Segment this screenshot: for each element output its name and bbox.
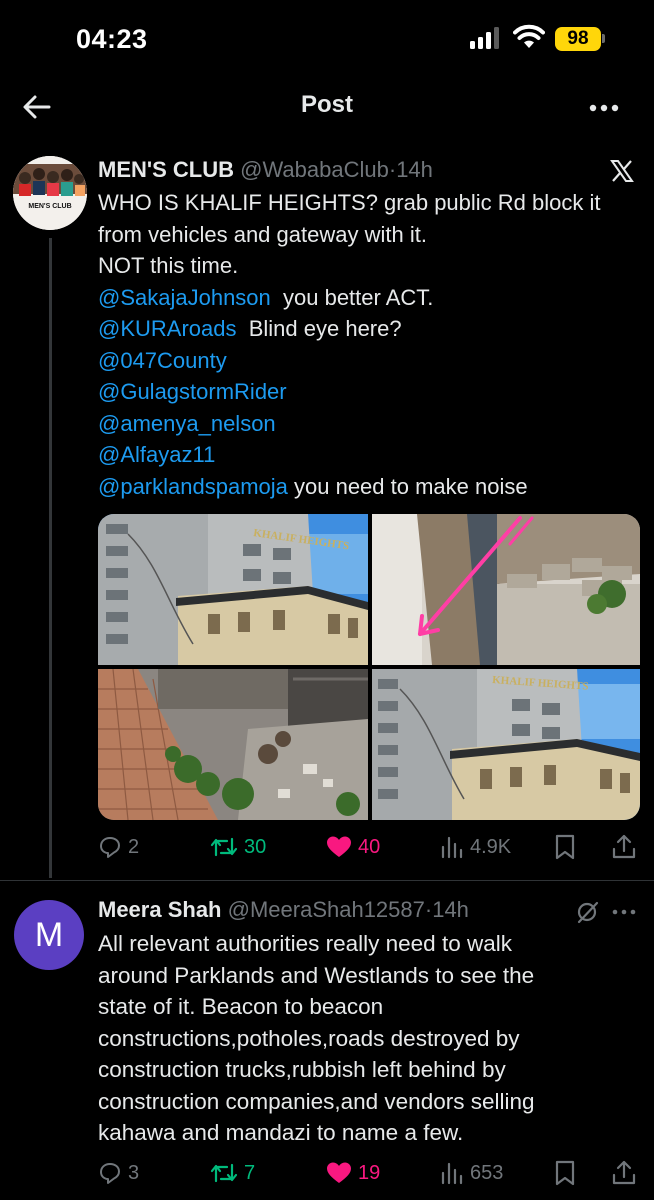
tweet-header: MEN'S CLUB @WababaClub·14h (98, 157, 433, 183)
mention-link[interactable]: @GulagstormRider (98, 379, 287, 404)
tweet-actions: 2 30 40 4.9K (98, 830, 644, 864)
reply-line: state of it. Beacon to beacon (98, 994, 384, 1019)
bookmark-icon (555, 1160, 575, 1186)
views-icon (441, 1162, 463, 1185)
mention-link[interactable]: @047County (98, 348, 227, 373)
tweet-line: @GulagstormRider (98, 376, 646, 408)
author-handle[interactable]: @MeeraShah12587 (228, 897, 425, 922)
view-count: 653 (470, 1161, 504, 1184)
top-navigation: Post (0, 78, 654, 140)
tweet-line: from vehicles and gateway with it. (98, 219, 646, 251)
more-icon[interactable] (589, 104, 619, 112)
heart-icon (327, 1162, 351, 1183)
tweet-line: @KURAroads Blind eye here? (98, 313, 646, 345)
tweet-line-text: Blind eye here? (236, 316, 402, 341)
share-icon (612, 834, 636, 859)
share-icon (612, 1160, 636, 1185)
photo-building-1[interactable]: KHALIF HEIGHTS (98, 514, 368, 665)
views-button[interactable]: 4.9K (440, 830, 511, 864)
battery-indicator: 98 (555, 27, 601, 51)
mention-link[interactable]: @KURAroads (98, 316, 237, 341)
x-logo-icon (610, 160, 634, 182)
repost-icon (210, 837, 238, 857)
photo-building-2[interactable]: KHALIF HEIGHTS (372, 669, 640, 820)
post-time: 14h (396, 157, 433, 182)
reply-icon (100, 1163, 120, 1184)
share-button[interactable] (612, 830, 636, 864)
reply-line: construction companies,and vendors selli… (98, 1088, 535, 1114)
mention-link[interactable]: @Alfayaz11 (98, 442, 215, 467)
tweet-line-text: NOT this time. (98, 253, 239, 278)
photo-wall-arrow[interactable] (372, 514, 640, 665)
heart-icon (327, 836, 351, 857)
bookmark-button[interactable] (554, 1156, 576, 1190)
avatar-image: MEN'S CLUB (13, 156, 87, 230)
like-button[interactable]: 19 (326, 1156, 380, 1190)
tweet-line: @Alfayaz11 (98, 439, 646, 471)
avatar[interactable]: MEN'S CLUB (13, 156, 87, 230)
view-count: 4.9K (470, 835, 512, 858)
author-handle[interactable]: @WababaClub (240, 157, 389, 182)
wifi-icon (513, 24, 545, 48)
reply-line: kahawa and mandazi to name a few. (98, 1120, 464, 1145)
tweet-line-text: you need to make noise (287, 473, 528, 499)
status-bar: 04:23 98 (0, 0, 654, 78)
repost-count: 30 (244, 835, 267, 858)
tweet-line: @amenya_nelson (98, 408, 646, 440)
reply-count: 3 (128, 1161, 140, 1184)
thread-line (49, 238, 52, 878)
mention-link[interactable]: @parklandspamoja (98, 474, 288, 499)
reply-line: around Parklands and Westlands to see th… (98, 962, 535, 988)
reply-line: All relevant authorities really need to … (98, 931, 512, 956)
bookmark-icon (555, 834, 575, 860)
author-name[interactable]: Meera Shah (98, 897, 222, 922)
more-icon[interactable] (612, 908, 636, 916)
reply-line: constructions,potholes,roads destroyed b… (98, 1025, 520, 1051)
reply-icon (100, 837, 120, 858)
photo-rubble[interactable] (98, 669, 368, 820)
views-button[interactable]: 653 (440, 1156, 503, 1190)
share-button[interactable] (612, 1156, 636, 1190)
repost-button[interactable]: 30 (210, 830, 266, 864)
bookmark-button[interactable] (554, 830, 576, 864)
grok-icon[interactable] (576, 900, 600, 924)
mention-link[interactable]: @SakajaJohnson (98, 285, 271, 310)
reply-text: All relevant authorities really need to … (98, 928, 646, 1149)
divider (0, 880, 654, 881)
tweet-line: @047County (98, 345, 646, 377)
reply-line: construction trucks,rubbish left behind … (98, 1057, 506, 1082)
tweet-actions: 3 7 19 653 (98, 1156, 644, 1190)
author-name[interactable]: MEN'S CLUB (98, 157, 234, 182)
reply-count: 2 (128, 835, 140, 858)
tweet-line-text: from vehicles and gateway with it. (98, 221, 427, 247)
tweet-line: NOT this time. (98, 250, 646, 282)
reply-button[interactable]: 2 (98, 830, 139, 864)
tweet-line: @parklandspamoja you need to make noise (98, 471, 646, 503)
battery-tip (602, 34, 605, 43)
cellular-signal-icon (470, 27, 499, 49)
page-title: Post (300, 91, 353, 118)
repost-button[interactable]: 7 (210, 1156, 255, 1190)
reply-button[interactable]: 3 (98, 1156, 139, 1190)
tweet-header: Meera Shah @MeeraShah12587·14h (98, 897, 469, 923)
like-button[interactable]: 40 (326, 830, 380, 864)
repost-icon (210, 1163, 238, 1183)
post-time: 14h (432, 897, 469, 922)
views-icon (441, 836, 463, 859)
avatar-label: MEN'S CLUB (28, 203, 71, 210)
like-count: 40 (358, 835, 381, 858)
status-time: 04:23 (76, 24, 148, 54)
tweet-text: WHO IS KHALIF HEIGHTS? grab public Rd bl… (98, 187, 646, 502)
tweet-line: @SakajaJohnson you better ACT. (98, 282, 646, 314)
like-count: 19 (358, 1161, 381, 1184)
tweet-line-text: you better ACT. (270, 284, 434, 310)
tweet-line: WHO IS KHALIF HEIGHTS? grab public Rd bl… (98, 187, 646, 219)
mention-link[interactable]: @amenya_nelson (98, 411, 276, 436)
avatar[interactable]: M (14, 900, 84, 970)
repost-count: 7 (244, 1161, 256, 1184)
tweet-line-text: WHO IS KHALIF HEIGHTS? grab public Rd bl… (98, 190, 601, 215)
media-grid: KHALIF HEIGHTS KHALIF HEIGHTS (98, 514, 640, 820)
